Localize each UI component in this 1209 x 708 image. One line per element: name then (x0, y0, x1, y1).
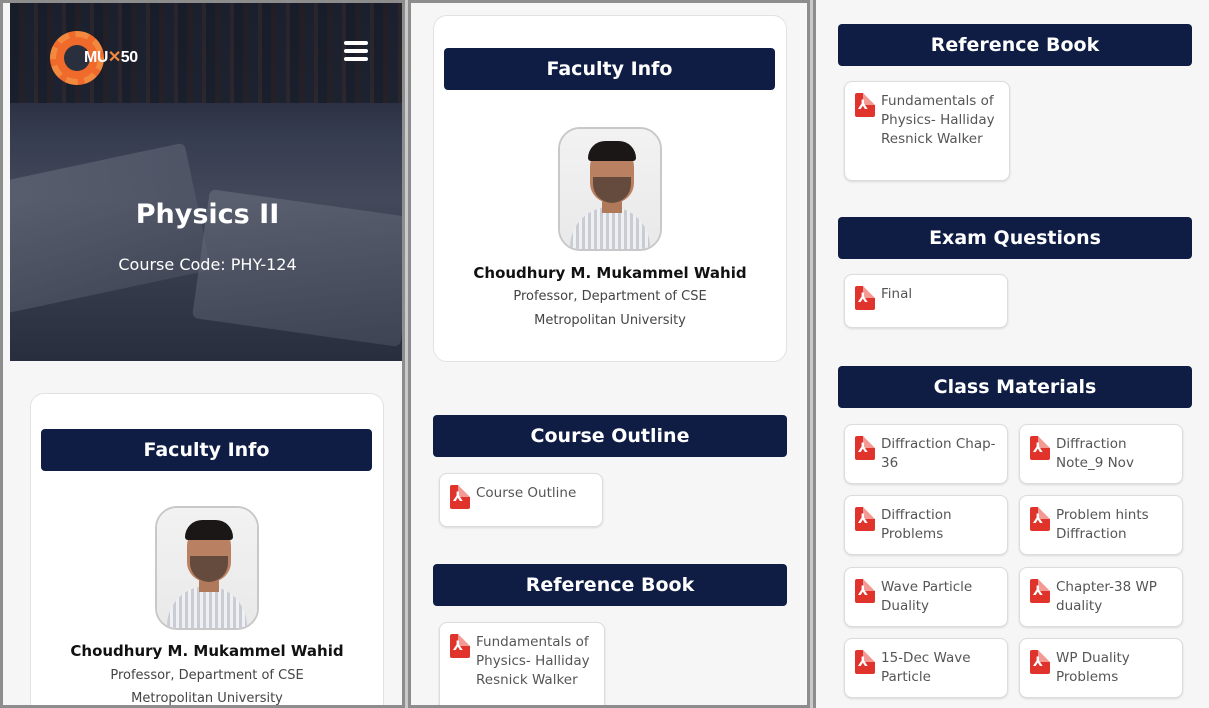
course-outline-header: Course Outline (433, 415, 787, 457)
file-reference-book[interactable]: Fundamentals of Physics- Halliday Resnic… (844, 81, 1010, 181)
file-label: 15-Dec Wave Particle (881, 650, 971, 685)
file-label: Chapter-38 WP duality (1056, 579, 1157, 614)
file-course-outline[interactable]: Course Outline (439, 473, 603, 527)
file-label: Wave Particle Duality (881, 579, 973, 614)
pdf-file-icon (450, 634, 470, 658)
file-final-exam[interactable]: Final (844, 274, 1008, 328)
mu-logo[interactable]: MU✕50 (40, 27, 162, 87)
pdf-file-icon (855, 507, 875, 531)
faculty-photo (155, 506, 259, 630)
file-label: Diffraction Note_9 Nov (1056, 436, 1134, 471)
pdf-file-icon (450, 485, 470, 509)
faculty-university: Metropolitan University (534, 313, 686, 328)
faculty-info-header: Faculty Info (444, 48, 775, 90)
file-class-material[interactable]: WP Duality Problems (1019, 638, 1183, 698)
file-label: Fundamentals of Physics- Halliday Resnic… (476, 634, 590, 688)
pdf-file-icon (855, 650, 875, 674)
faculty-info-header: Faculty Info (41, 429, 372, 471)
exam-questions-header: Exam Questions (838, 217, 1192, 259)
faculty-name: Choudhury M. Mukammel Wahid (473, 264, 747, 282)
reference-book-header: Reference Book (433, 564, 787, 606)
mobile-view-bottom: Reference Book Fundamentals of Physics- … (813, 0, 1209, 708)
file-class-material[interactable]: Diffraction Chap-36 (844, 424, 1008, 484)
course-title: Physics II (135, 199, 280, 230)
mobile-view-top: MU✕50 Physics II Course Code: PHY-124 Fa… (0, 0, 405, 708)
file-label: WP Duality Problems (1056, 650, 1130, 685)
faculty-card: Faculty Info Choudhury M. Mukammel Wahid… (433, 15, 787, 362)
reference-book-header: Reference Book (838, 24, 1192, 66)
file-class-material[interactable]: Diffraction Problems (844, 495, 1008, 555)
file-label: Course Outline (476, 485, 577, 501)
file-label: Problem hints Diffraction (1056, 507, 1149, 542)
hamburger-menu-icon[interactable] (344, 41, 368, 61)
file-reference-book[interactable]: Fundamentals of Physics- Halliday Resnic… (439, 622, 605, 705)
file-label: Fundamentals of Physics- Halliday Resnic… (881, 93, 995, 147)
file-class-material[interactable]: Chapter-38 WP duality (1019, 567, 1183, 627)
file-class-material[interactable]: Wave Particle Duality (844, 567, 1008, 627)
faculty-designation: Professor, Department of CSE (513, 289, 707, 304)
file-class-material[interactable]: Problem hints Diffraction (1019, 495, 1183, 555)
faculty-name: Choudhury M. Mukammel Wahid (70, 642, 344, 660)
pdf-file-icon (1030, 579, 1050, 603)
pdf-file-icon (1030, 436, 1050, 460)
pdf-file-icon (1030, 650, 1050, 674)
course-hero-banner: MU✕50 Physics II Course Code: PHY-124 (10, 3, 402, 361)
file-label: Diffraction Chap-36 (881, 436, 996, 471)
faculty-university: Metropolitan University (131, 691, 283, 706)
file-label: Diffraction Problems (881, 507, 952, 542)
pdf-file-icon (855, 436, 875, 460)
pdf-file-icon (855, 93, 875, 117)
pdf-file-icon (1030, 507, 1050, 531)
pdf-file-icon (855, 579, 875, 603)
pdf-file-icon (855, 286, 875, 310)
faculty-card: Faculty Info Choudhury M. Mukammel Wahid… (30, 393, 384, 706)
course-code: Course Code: PHY-124 (118, 255, 297, 274)
class-materials-header: Class Materials (838, 366, 1192, 408)
file-class-material[interactable]: 15-Dec Wave Particle (844, 638, 1008, 698)
faculty-photo (558, 127, 662, 251)
file-label: Final (881, 286, 913, 302)
logo-text: MU✕50 (84, 49, 138, 66)
mobile-view-middle: Faculty Info Choudhury M. Mukammel Wahid… (408, 0, 810, 708)
file-class-material[interactable]: Diffraction Note_9 Nov (1019, 424, 1183, 484)
faculty-designation: Professor, Department of CSE (110, 668, 304, 683)
